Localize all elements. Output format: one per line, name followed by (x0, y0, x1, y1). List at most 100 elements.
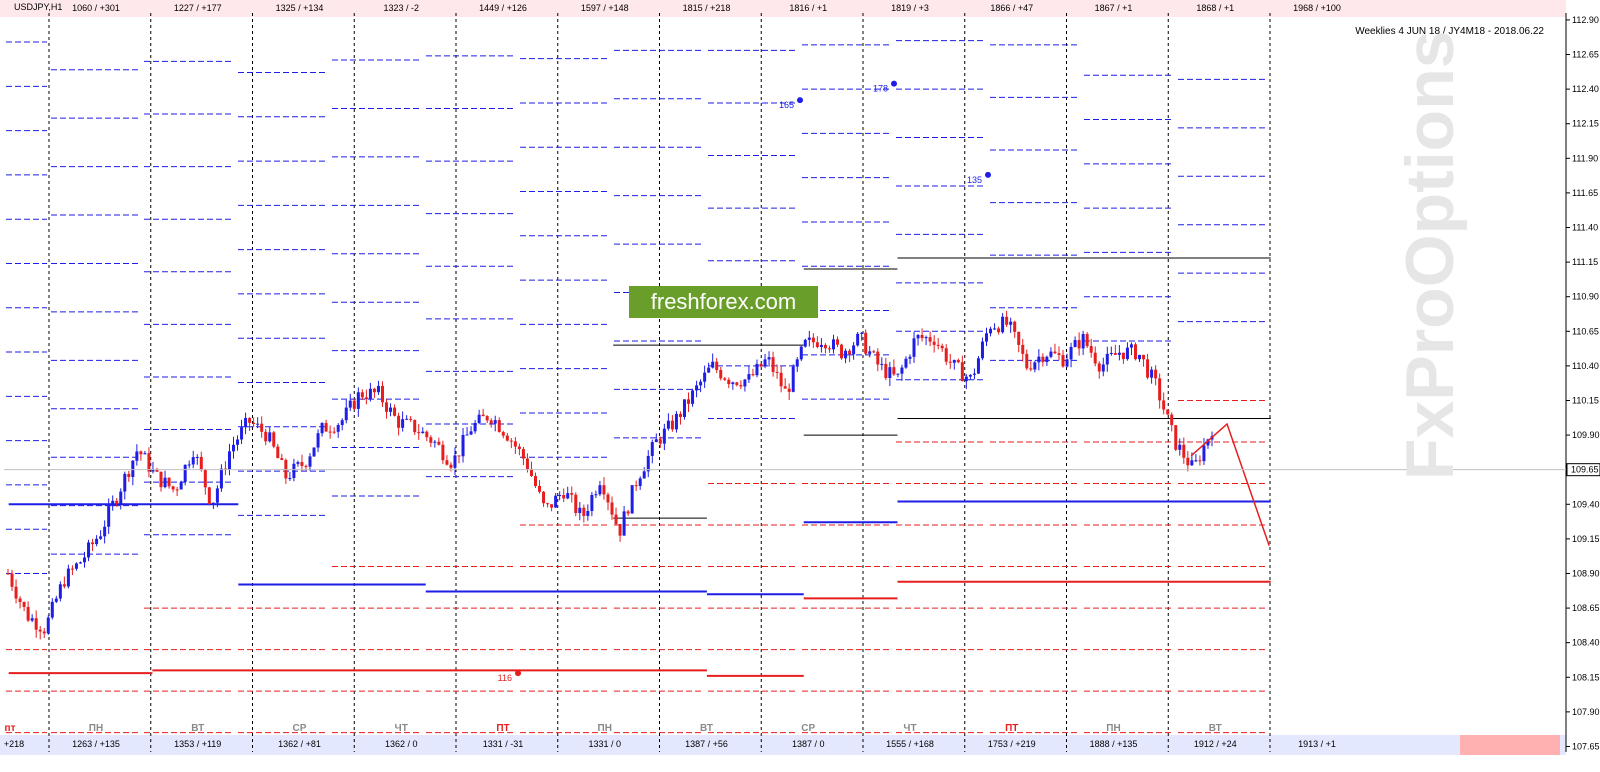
candle-body (191, 457, 195, 465)
candle-body (610, 502, 614, 515)
candle-body (985, 333, 989, 342)
candle-body (852, 345, 856, 355)
candle-body (417, 432, 421, 434)
candle-body (1053, 351, 1057, 354)
candle-body (300, 462, 304, 466)
day-label: ЧТ (395, 723, 408, 734)
candle-body (666, 420, 670, 429)
candle-body (58, 584, 62, 599)
candle-body (1117, 352, 1121, 355)
candle-body (332, 431, 336, 433)
candle-body (1154, 369, 1158, 379)
candle-body (622, 511, 626, 536)
candle-body (429, 437, 433, 443)
candle-body (70, 568, 74, 570)
candle-body (115, 500, 119, 504)
candle-body (74, 563, 78, 569)
top-stats-label: 1819 / +3 (891, 3, 929, 13)
candle-body (54, 598, 58, 602)
candle-body (586, 510, 590, 516)
candle-body (795, 359, 799, 367)
candle-body (83, 557, 87, 563)
candle-body (759, 363, 763, 367)
option-marker-dot (515, 670, 521, 677)
candle-body (566, 493, 570, 499)
candle-body (856, 333, 860, 346)
candle-body (131, 460, 135, 477)
candle-body (215, 488, 219, 503)
candle-body (638, 478, 642, 486)
candle-body (872, 351, 876, 353)
candlestick-chart[interactable]: 165 178 135 116 112.90 112.65 112.40 112.15 111.… (0, 0, 1600, 772)
candle-body (1133, 344, 1137, 360)
bottom-stats-label: 1362 / +81 (278, 739, 321, 749)
candle-body (1085, 334, 1089, 347)
candle-body (719, 370, 723, 379)
candle-body (364, 397, 368, 400)
top-stats-label: 1060 / +301 (72, 3, 120, 13)
candle-body (924, 337, 928, 339)
candle-body (707, 367, 711, 373)
candle-body (751, 374, 755, 376)
day-label: пт (5, 723, 16, 734)
candle-body (695, 385, 699, 391)
candle-body (799, 346, 803, 360)
candle-body (489, 420, 493, 424)
candle-body (1009, 321, 1013, 325)
candle-body (896, 373, 900, 375)
candle-body (260, 423, 264, 432)
candle-body (457, 455, 461, 457)
candle-body (554, 495, 558, 508)
candle-body (888, 367, 892, 378)
top-stats-label: 1325 / +134 (276, 3, 324, 13)
candle-body (1113, 352, 1117, 355)
candle-body (618, 524, 622, 536)
candle-body (1001, 316, 1005, 333)
candle-body (964, 376, 968, 382)
candle-body (252, 422, 256, 424)
candle-body (1166, 409, 1170, 415)
candle-body (880, 363, 884, 365)
candle-body (646, 455, 650, 472)
candle-body (66, 568, 70, 587)
top-stats-label: 1968 / +100 (1293, 3, 1341, 13)
candle-body (22, 602, 26, 607)
y-tick-label: 110.65 (1572, 326, 1599, 336)
candle-body (900, 367, 904, 374)
y-tick-label: 111.15 (1572, 257, 1598, 267)
candle-body (123, 473, 127, 492)
candle-body (952, 359, 956, 363)
top-stats-label: 1449 / +126 (479, 3, 527, 13)
candle-body (1093, 352, 1097, 364)
candle-body (6, 573, 10, 575)
candle-body (920, 335, 924, 339)
candle-body (687, 399, 691, 404)
candle-body (163, 477, 167, 488)
bottom-stats-label: 1913 / +1 (1298, 739, 1336, 749)
candle-body (727, 379, 731, 385)
option-marker-dot (985, 171, 991, 178)
candle-body (268, 432, 272, 442)
candle-body (119, 491, 123, 504)
y-tick-label: 109.40 (1572, 499, 1600, 509)
candle-body (78, 562, 82, 564)
candle-body (650, 442, 654, 456)
candle-body (1190, 460, 1194, 466)
top-stats-label: 1867 / +1 (1095, 3, 1133, 13)
candle-body (437, 441, 441, 445)
y-tick-label: 112.90 (1572, 15, 1599, 25)
candle-body (441, 444, 445, 461)
y-tick-label: 107.90 (1572, 707, 1600, 717)
candle-body (449, 464, 453, 468)
candle-body (972, 373, 976, 375)
candle-body (433, 441, 437, 443)
candle-body (691, 390, 695, 404)
candle-body (670, 420, 674, 430)
candle-body (840, 344, 844, 359)
candle-body (272, 432, 276, 447)
candle-body (525, 458, 529, 469)
candle-body (993, 328, 997, 330)
projection-line (1190, 422, 1270, 547)
candle-body (1150, 369, 1154, 378)
y-tick-label: 110.15 (1572, 395, 1599, 405)
